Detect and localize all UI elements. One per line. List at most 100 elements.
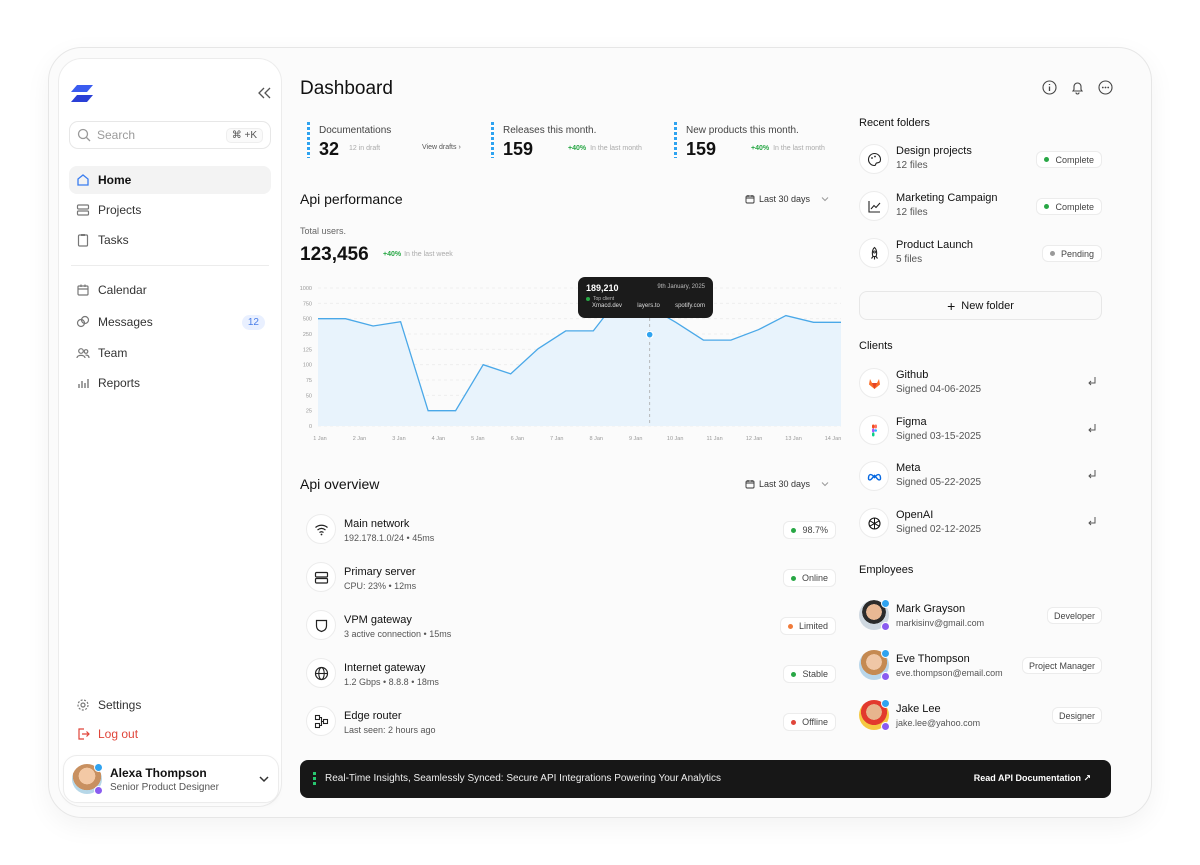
data-point: [839, 320, 843, 324]
app-logo-icon[interactable]: [71, 85, 93, 103]
overview-item-name: Main network: [344, 518, 410, 530]
employee-name: Jake Lee: [896, 703, 941, 715]
overview-item-name: Edge router: [344, 710, 402, 722]
sidebar-item-tasks[interactable]: Tasks: [69, 226, 271, 254]
return-arrow-icon[interactable]: [1087, 376, 1098, 387]
tasks-icon: [77, 234, 89, 247]
overview-item-edge-router[interactable]: Edge router Last seen: 2 hours ago Offli…: [306, 706, 836, 738]
return-arrow-icon[interactable]: [1087, 469, 1098, 480]
status-dot-icon: [881, 672, 890, 681]
status-dot-icon: [881, 622, 890, 631]
home-icon: [77, 174, 89, 186]
folder-name: Product Launch: [896, 239, 974, 251]
folder-item-marketing-campaign[interactable]: Marketing Campaign 12 files Complete: [859, 189, 1102, 223]
bell-icon[interactable]: [1070, 80, 1085, 95]
status-text: Limited: [798, 621, 828, 631]
overview-item-name: Primary server: [344, 566, 416, 578]
employee-item-jake-lee[interactable]: Jake Lee jake.lee@yahoo.com Designer: [859, 699, 1102, 734]
status-dot-icon: [791, 719, 797, 725]
return-arrow-icon[interactable]: [1087, 516, 1098, 527]
total-users-value: 123,456: [300, 244, 369, 265]
y-tick-label: 50: [306, 393, 312, 399]
chevron-down-icon[interactable]: [258, 773, 270, 785]
recent-folders-title: Recent folders: [859, 117, 930, 129]
messages-icon: [76, 315, 90, 328]
reports-icon: [78, 379, 89, 388]
status-badge: Online: [782, 569, 836, 587]
overview-item-name: VPM gateway: [344, 614, 412, 626]
client-item-openai[interactable]: OpenAI Signed 02-12-2025: [859, 506, 1102, 540]
range-label: Last 30 days: [759, 479, 811, 489]
stat-sub-text: In the last month: [590, 145, 642, 152]
overview-item-main-network[interactable]: Main network 192.178.1.0/24 • 45ms 98.7%: [306, 514, 836, 546]
palette-icon: [859, 144, 889, 174]
sidebar-item-label: Tasks: [98, 233, 129, 247]
performance-range-select[interactable]: Last 30 days: [745, 194, 830, 204]
sidebar-item-projects[interactable]: Projects: [69, 196, 271, 224]
sidebar-item-settings[interactable]: Settings: [69, 691, 271, 719]
more-icon[interactable]: [1098, 80, 1113, 95]
new-folder-label: New folder: [961, 299, 1014, 312]
data-point: [591, 329, 595, 333]
overview-item-internet-gateway[interactable]: Internet gateway 1.2 Gbps • 8.8.8 • 18ms…: [306, 658, 836, 690]
logout-label: Log out: [98, 727, 139, 741]
return-arrow-icon[interactable]: [1087, 423, 1098, 434]
folder-name: Design projects: [896, 145, 972, 157]
user-profile-card[interactable]: Alexa Thompson Senior Product Designer: [63, 755, 279, 803]
view-drafts-link[interactable]: View drafts ›: [422, 144, 461, 151]
total-users-label: Total users.: [300, 226, 347, 236]
status-badge: Stable: [783, 665, 836, 683]
status-badge: Complete: [1036, 151, 1102, 168]
data-point: [811, 320, 815, 324]
verified-badge-icon: [881, 599, 890, 608]
sidebar-item-reports[interactable]: Reports: [69, 369, 271, 397]
globe-icon: [306, 658, 336, 688]
avatar: [859, 599, 890, 631]
stat-pct: +40%: [568, 145, 587, 152]
folder-name: Marketing Campaign: [896, 192, 998, 204]
sidebar-item-messages[interactable]: Messages 12: [69, 308, 271, 336]
data-point: [564, 329, 568, 333]
logout-button[interactable]: Log out: [69, 720, 271, 748]
employee-item-mark-grayson[interactable]: Mark Grayson markisinv@gmail.com Develop…: [859, 599, 1102, 634]
status-dot-icon: [1044, 204, 1050, 209]
x-tick-label: 13 Jan: [785, 436, 802, 442]
folder-item-product-launch[interactable]: Product Launch 5 files Pending: [859, 236, 1102, 270]
sidebar-item-home[interactable]: Home: [69, 166, 271, 194]
search-placeholder: Search: [97, 128, 136, 142]
status-text: Complete: [1055, 154, 1094, 165]
sidebar-item-label: Settings: [98, 698, 142, 712]
status-text: Stable: [802, 669, 828, 679]
employee-name: Mark Grayson: [896, 603, 966, 615]
employee-name: Eve Thompson: [896, 653, 970, 665]
data-point: [453, 408, 457, 412]
data-point: [316, 316, 320, 320]
client-signed: Signed 04-06-2025: [896, 384, 982, 395]
x-tick-label: 5 Jan: [471, 436, 484, 442]
status-dot-icon: [94, 786, 103, 795]
client-item-figma[interactable]: Figma Signed 03-15-2025: [859, 413, 1102, 447]
new-folder-button[interactable]: + New folder: [859, 291, 1102, 320]
read-api-docs-link[interactable]: Read API Documentation ↗: [974, 773, 1091, 784]
status-text: Offline: [802, 717, 828, 727]
api-performance-chart[interactable]: 0 25 50 75 100 125 250 500 750 1000 1 Jan 2 Jan 3 Ja…: [296, 278, 844, 450]
sidebar-item-calendar[interactable]: Calendar: [69, 276, 271, 304]
data-point: [784, 313, 788, 317]
tooltip-date: 9th January, 2025: [657, 284, 705, 290]
status-text: Complete: [1055, 201, 1094, 212]
folder-item-design-projects[interactable]: Design projects 12 files Complete: [859, 142, 1102, 176]
x-tick-label: 3 Jan: [392, 436, 405, 442]
overview-item-primary-server[interactable]: Primary server CPU: 23% • 12ms Online: [306, 562, 836, 594]
employee-item-eve-thompson[interactable]: Eve Thompson eve.thompson@email.com Proj…: [859, 649, 1102, 684]
info-icon[interactable]: [1042, 80, 1057, 95]
client-item-github[interactable]: Github Signed 04-06-2025: [859, 366, 1102, 400]
search-input[interactable]: Search ⌘ +K: [69, 121, 271, 149]
collapse-sidebar-icon[interactable]: [257, 85, 271, 101]
client-item-meta[interactable]: Meta Signed 05-22-2025: [859, 459, 1102, 493]
y-tick-label: 125: [303, 347, 312, 353]
overview-range-select[interactable]: Last 30 days: [745, 479, 830, 489]
overview-item-vpm-gateway[interactable]: VPM gateway 3 active connection • 15ms L…: [306, 610, 836, 642]
sidebar-item-team[interactable]: Team: [69, 339, 271, 367]
stat-accent-bar: [307, 122, 310, 158]
status-badge: Pending: [1041, 245, 1102, 262]
